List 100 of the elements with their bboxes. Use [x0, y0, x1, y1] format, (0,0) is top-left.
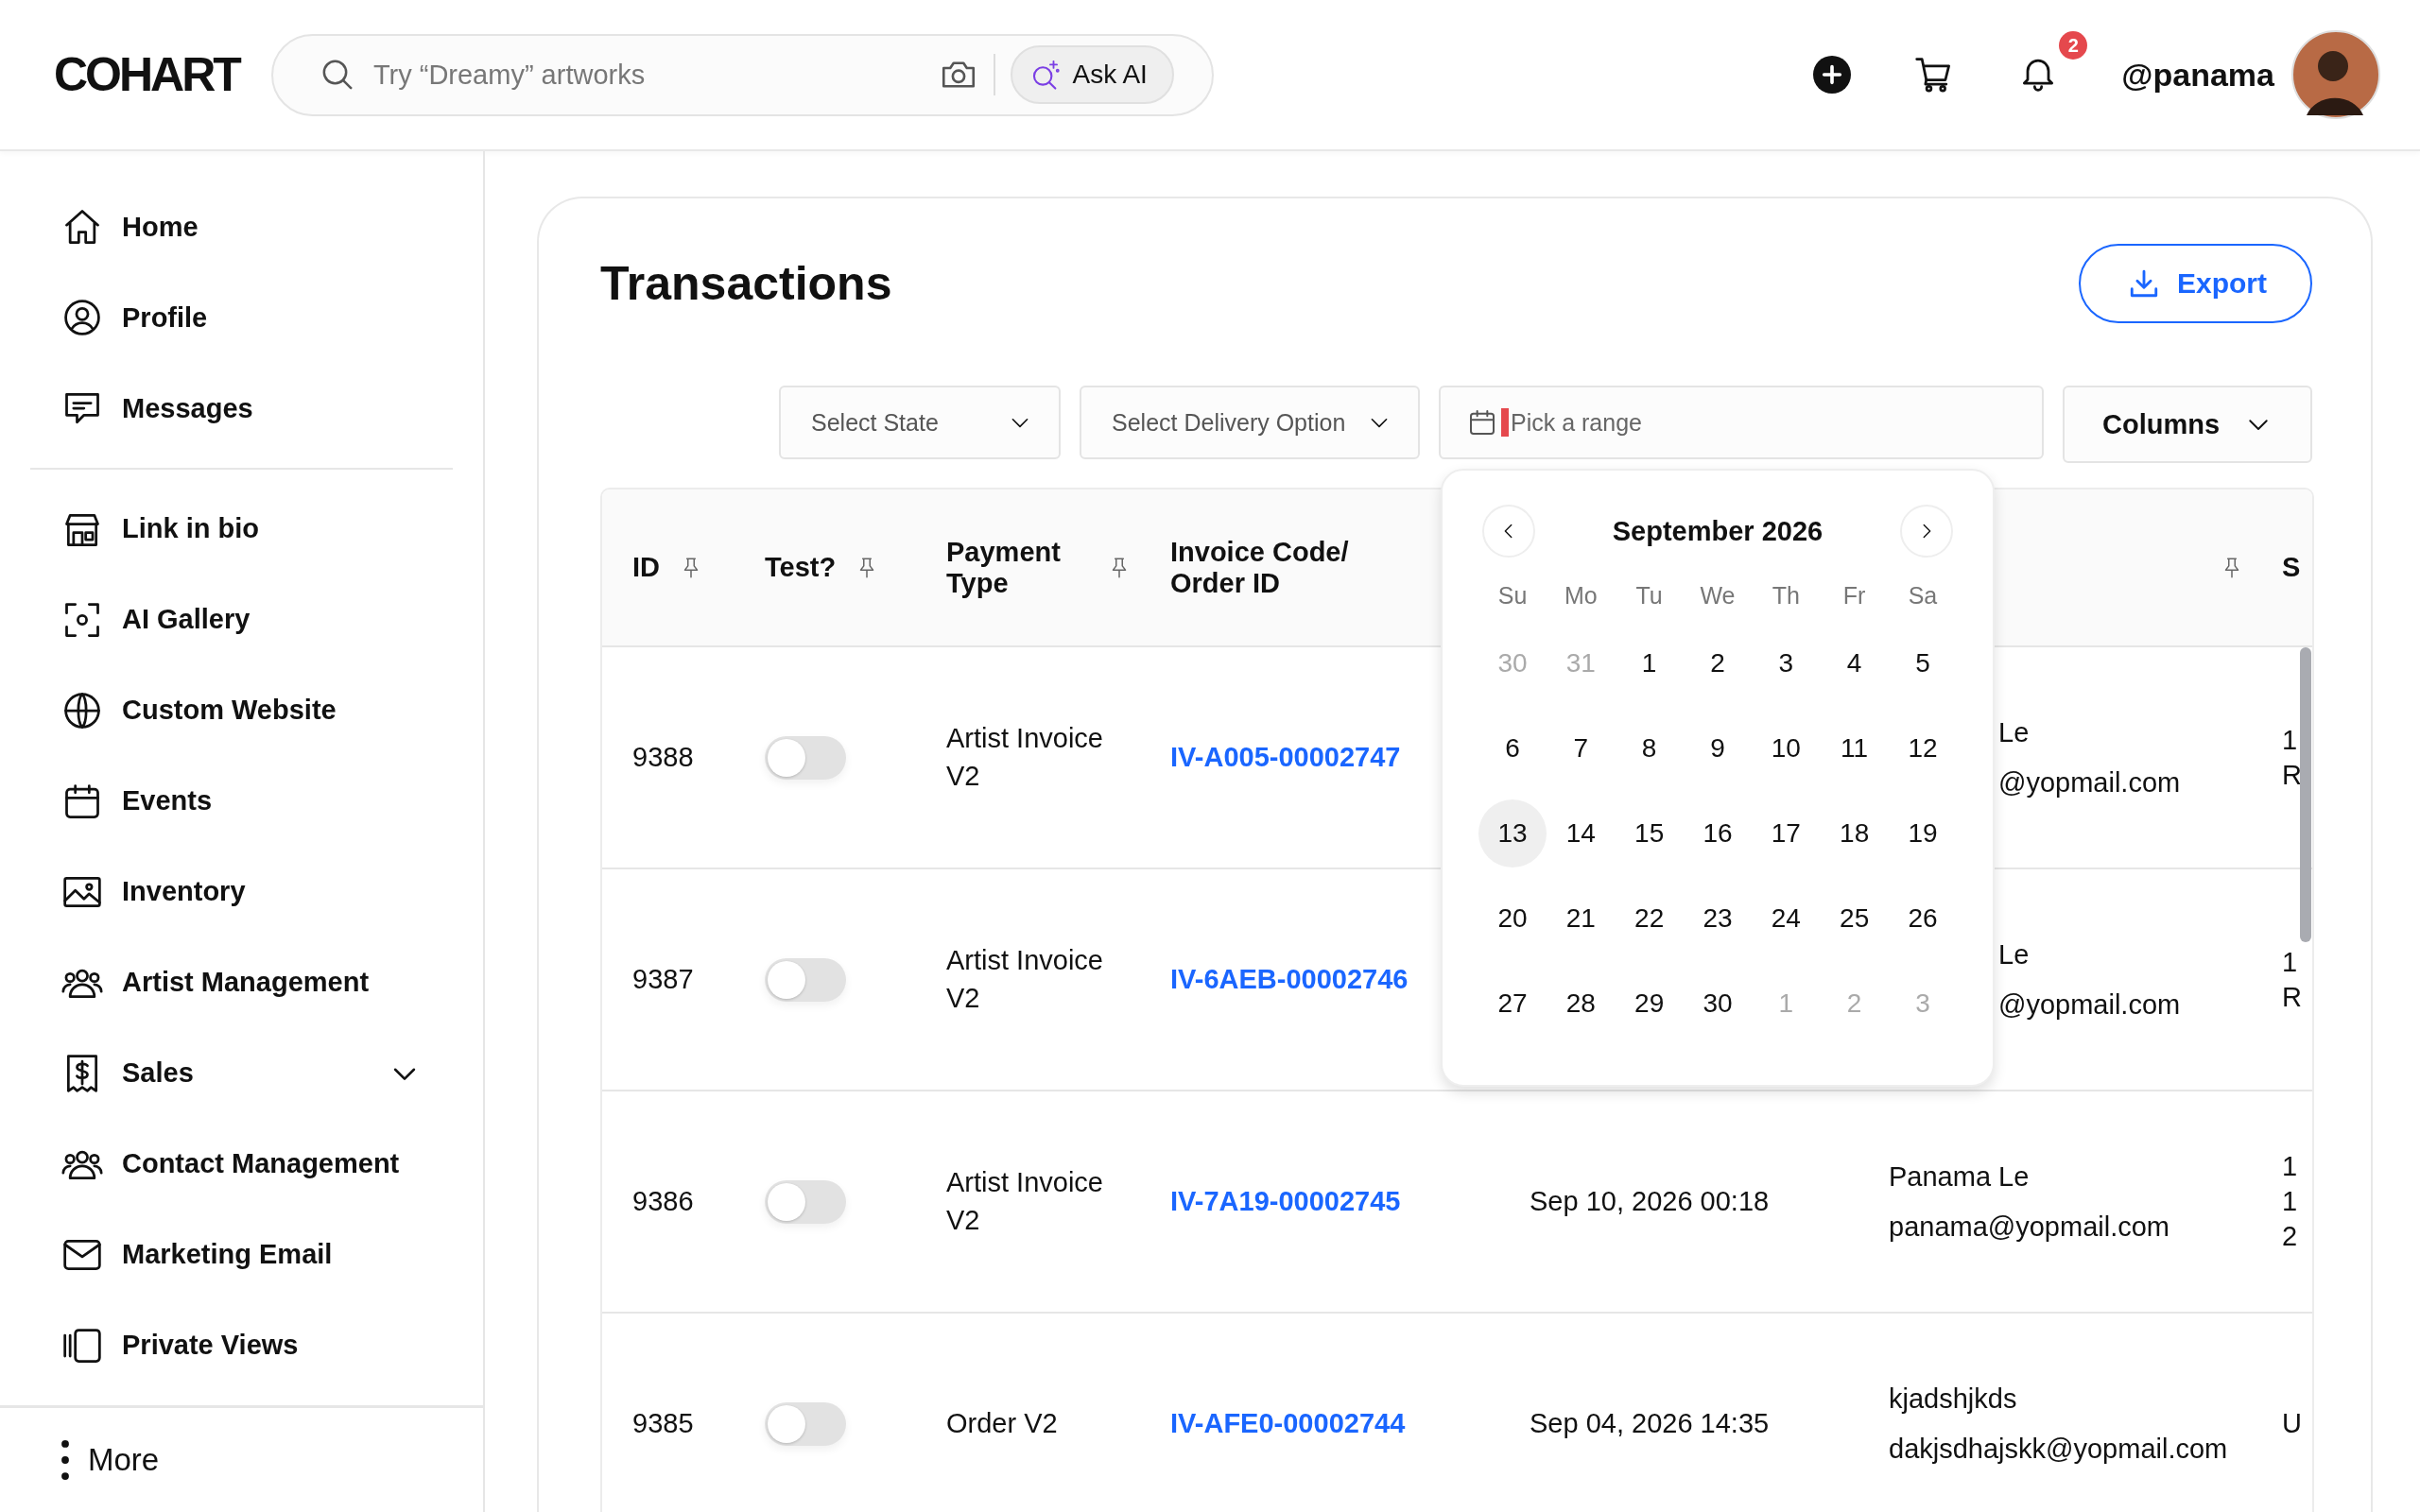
download-icon: [2128, 267, 2160, 300]
nav-item[interactable]: Contact Management: [0, 1118, 483, 1210]
column-header[interactable]: S: [2282, 552, 2301, 583]
calendar-day[interactable]: 15: [1615, 799, 1684, 868]
table-cell-text: Artist Invoice V2: [946, 944, 1104, 1015]
calendar-icon: [1467, 407, 1497, 438]
page-title: Transactions: [600, 256, 892, 311]
ask-ai-button[interactable]: Ask AI: [1010, 45, 1174, 104]
calendar-day[interactable]: 3: [1752, 629, 1821, 697]
table-cell: R: [2282, 981, 2302, 1013]
customer-email: @yopmail.com: [1998, 766, 2181, 799]
calendar-day[interactable]: 10: [1752, 714, 1821, 782]
weekday-label: We: [1699, 581, 1737, 610]
column-header[interactable]: Test?: [765, 552, 837, 583]
calendar-day[interactable]: 4: [1820, 629, 1889, 697]
column-header[interactable]: Invoice Code/ Order ID: [1170, 536, 1359, 599]
table-cell-text: Artist Invoice V2: [946, 1166, 1104, 1237]
nav-item[interactable]: Events: [0, 755, 483, 847]
calendar-day[interactable]: 18: [1820, 799, 1889, 868]
nav-item[interactable]: Profile: [0, 272, 483, 363]
search-input[interactable]: Try “Dreamy” artworks: [371, 58, 924, 92]
column-header[interactable]: ID: [632, 552, 660, 583]
calendar-day[interactable]: 8: [1615, 714, 1684, 782]
calendar-day[interactable]: 21: [1547, 885, 1616, 953]
toggle-switch[interactable]: [765, 1179, 846, 1224]
date-range-input[interactable]: Pick a range: [1509, 408, 2015, 437]
invoice-link[interactable]: IV-A005-00002747: [1170, 742, 1401, 773]
calendar-day[interactable]: 11: [1820, 714, 1889, 782]
date-range-field[interactable]: Pick a range: [1439, 386, 2044, 459]
customer-name: Panama Le: [1889, 1160, 2030, 1193]
nav-item[interactable]: AI Gallery: [0, 574, 483, 665]
table-cell: U: [2282, 1408, 2302, 1439]
table-cell: 1: [2282, 1151, 2298, 1182]
toggle-switch[interactable]: [765, 735, 846, 780]
nav-item[interactable]: Sales: [0, 1027, 483, 1119]
calendar-day[interactable]: 17: [1752, 799, 1821, 868]
logo[interactable]: COHART: [54, 46, 239, 103]
username[interactable]: @panama: [2121, 56, 2274, 94]
calendar-day[interactable]: 6: [1478, 714, 1547, 782]
table-cell: 2: [2282, 1221, 2298, 1252]
calendar-day[interactable]: 16: [1684, 799, 1752, 868]
weekday-label: Mo: [1563, 581, 1599, 610]
avatar[interactable]: [2291, 30, 2380, 119]
export-button[interactable]: Export: [2079, 244, 2312, 323]
calendar-day[interactable]: 30: [1684, 970, 1752, 1038]
customer-name: kjadshjkds: [1889, 1383, 2017, 1415]
add-icon[interactable]: [1813, 56, 1852, 94]
calendar-day[interactable]: 27: [1478, 970, 1547, 1038]
calendar-day[interactable]: 25: [1820, 885, 1889, 953]
table-cell: 1: [2282, 946, 2298, 978]
calendar-day[interactable]: 5: [1888, 629, 1957, 697]
customer-email: panama@yopmail.com: [1889, 1211, 2169, 1243]
weekday-label: Fr: [1841, 581, 1867, 610]
table-cell-text: Order V2: [946, 1406, 1059, 1440]
column-header[interactable]: Payment Type: [946, 536, 1088, 599]
calendar-day[interactable]: 2: [1684, 629, 1752, 697]
select-dropdown[interactable]: Select State: [779, 386, 1061, 459]
user-icon: [61, 297, 103, 338]
columns-button[interactable]: Columns: [2063, 386, 2312, 463]
search-field[interactable]: Try “Dreamy” artworks Ask AI: [270, 33, 1214, 116]
calendar-day[interactable]: 14: [1547, 799, 1616, 868]
nav-item[interactable]: Marketing Email: [0, 1209, 483, 1300]
calendar-day[interactable]: 22: [1615, 885, 1684, 953]
calendar-day[interactable]: 1: [1615, 629, 1684, 697]
invoice-link[interactable]: IV-AFE0-00002744: [1170, 1408, 1406, 1439]
table-cell: 9387: [632, 964, 694, 995]
calendar-day[interactable]: 24: [1752, 885, 1821, 953]
calendar-day[interactable]: 13: [1478, 799, 1547, 868]
table-cell: 9388: [632, 742, 694, 773]
nav-item[interactable]: Artist Management: [0, 936, 483, 1028]
customer-email: dakjsdhajskk@yopmail.com: [1889, 1433, 2228, 1465]
table-cell: R: [2282, 759, 2302, 791]
table-cell: 1: [2282, 724, 2298, 756]
table-cell: 9385: [632, 1408, 694, 1439]
nav-item[interactable]: Inventory: [0, 846, 483, 937]
calendar-day[interactable]: 7: [1547, 714, 1616, 782]
calendar-day[interactable]: 19: [1888, 799, 1957, 868]
nav-item[interactable]: Home: [0, 181, 483, 272]
more-button[interactable]: More: [0, 1404, 483, 1512]
invoice-link[interactable]: IV-7A19-00002745: [1170, 1186, 1401, 1217]
nav-item[interactable]: Messages: [0, 363, 483, 454]
nav-item[interactable]: Custom Website: [0, 664, 483, 756]
toggle-switch[interactable]: [765, 957, 846, 1002]
toggle-switch[interactable]: [765, 1401, 846, 1446]
table-cell: 9386: [632, 1186, 694, 1217]
calendar-day[interactable]: 28: [1547, 970, 1616, 1038]
calendar-day[interactable]: 20: [1478, 885, 1547, 953]
weekday-label: Sa: [1907, 581, 1939, 610]
nav-item[interactable]: Private Views: [0, 1299, 483, 1391]
scrollbar[interactable]: [2300, 647, 2311, 942]
calendar-day[interactable]: 26: [1888, 885, 1957, 953]
nav-item[interactable]: Link in bio: [0, 483, 483, 575]
month-title: September 2026: [1612, 515, 1824, 547]
invoice-link[interactable]: IV-6AEB-00002746: [1170, 964, 1409, 995]
calendar-day[interactable]: 29: [1615, 970, 1684, 1038]
calendar-day[interactable]: 12: [1888, 714, 1957, 782]
customer-name: Le: [1998, 938, 2030, 971]
calendar-day[interactable]: 9: [1684, 714, 1752, 782]
calendar-day[interactable]: 23: [1684, 885, 1752, 953]
select-dropdown[interactable]: Select Delivery Option: [1080, 386, 1420, 459]
